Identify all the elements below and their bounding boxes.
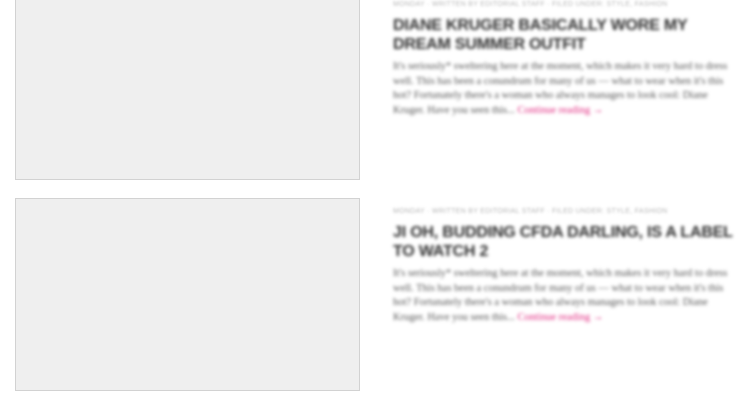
post-excerpt: It's seriously* sweltering here at the m…	[393, 267, 733, 325]
post-thumbnail[interactable]	[15, 198, 360, 391]
post-title[interactable]: JI OH, BUDDING CFDA DARLING, IS A LABEL …	[393, 223, 733, 261]
post-content: MONDAY · WRITTEN BY EDITORIAL STAFF · FI…	[393, 0, 733, 118]
post-content: MONDAY · WRITTEN BY EDITORIAL STAFF · FI…	[393, 207, 733, 325]
continue-reading-link[interactable]: Continue reading →	[518, 312, 604, 323]
blog-post: MONDAY · WRITTEN BY EDITORIAL STAFF · FI…	[0, 198, 750, 398]
post-thumbnail[interactable]	[15, 0, 360, 180]
continue-reading-link[interactable]: Continue reading →	[518, 105, 604, 116]
post-meta: MONDAY · WRITTEN BY EDITORIAL STAFF · FI…	[393, 208, 668, 215]
post-meta: MONDAY · WRITTEN BY EDITORIAL STAFF · FI…	[393, 1, 668, 8]
post-title[interactable]: DIANE KRUGER BASICALLY WORE MY DREAM SUM…	[393, 16, 733, 54]
blog-post: MONDAY · WRITTEN BY EDITORIAL STAFF · FI…	[0, 0, 750, 190]
post-excerpt: It's seriously* sweltering here at the m…	[393, 60, 733, 118]
